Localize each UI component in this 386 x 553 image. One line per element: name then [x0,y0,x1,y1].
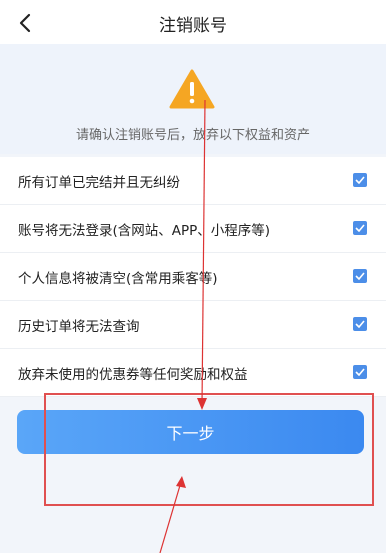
check-icon [355,224,365,232]
list-item-label: 个人信息将被清空(含常用乘客等) [18,270,218,287]
top-bar: 注销账号 [0,0,386,45]
check-icon [355,320,365,328]
annotation-arrowhead [176,476,186,488]
list-item-label: 所有订单已完结并且无纠纷 [18,174,180,191]
check-icon [355,272,365,280]
checkbox[interactable] [353,173,367,187]
list-item[interactable]: 历史订单将无法查询 [0,301,386,349]
list-item[interactable]: 放弃未使用的优惠券等任何奖励和权益 [0,349,386,397]
checkbox[interactable] [353,269,367,283]
checkbox[interactable] [353,221,367,235]
page-title: 注销账号 [159,16,227,36]
rights-list: 所有订单已完结并且无纠纷 账号将无法登录(含网站、APP、小程序等) 个人信息将… [0,157,386,397]
warning-text: 请确认注销账号后，放弃以下权益和资产 [75,128,310,143]
checkbox[interactable] [353,365,367,379]
check-icon [355,176,365,184]
checkbox[interactable] [353,317,367,331]
warning-triangle-icon [169,69,215,109]
list-item-label: 账号将无法登录(含网站、APP、小程序等) [18,222,271,239]
annotation-arrow [159,481,182,553]
warning-section: 请确认注销账号后，放弃以下权益和资产 [0,44,386,154]
next-step-button[interactable]: 下一步 [17,410,364,454]
list-item[interactable]: 个人信息将被清空(含常用乘客等) [0,253,386,301]
list-item[interactable]: 所有订单已完结并且无纠纷 [0,157,386,205]
check-icon [355,368,365,376]
list-item[interactable]: 账号将无法登录(含网站、APP、小程序等) [0,205,386,253]
annotation-arrowhead [197,398,207,410]
list-item-label: 放弃未使用的优惠券等任何奖励和权益 [18,366,248,383]
list-item-label: 历史订单将无法查询 [18,318,140,335]
